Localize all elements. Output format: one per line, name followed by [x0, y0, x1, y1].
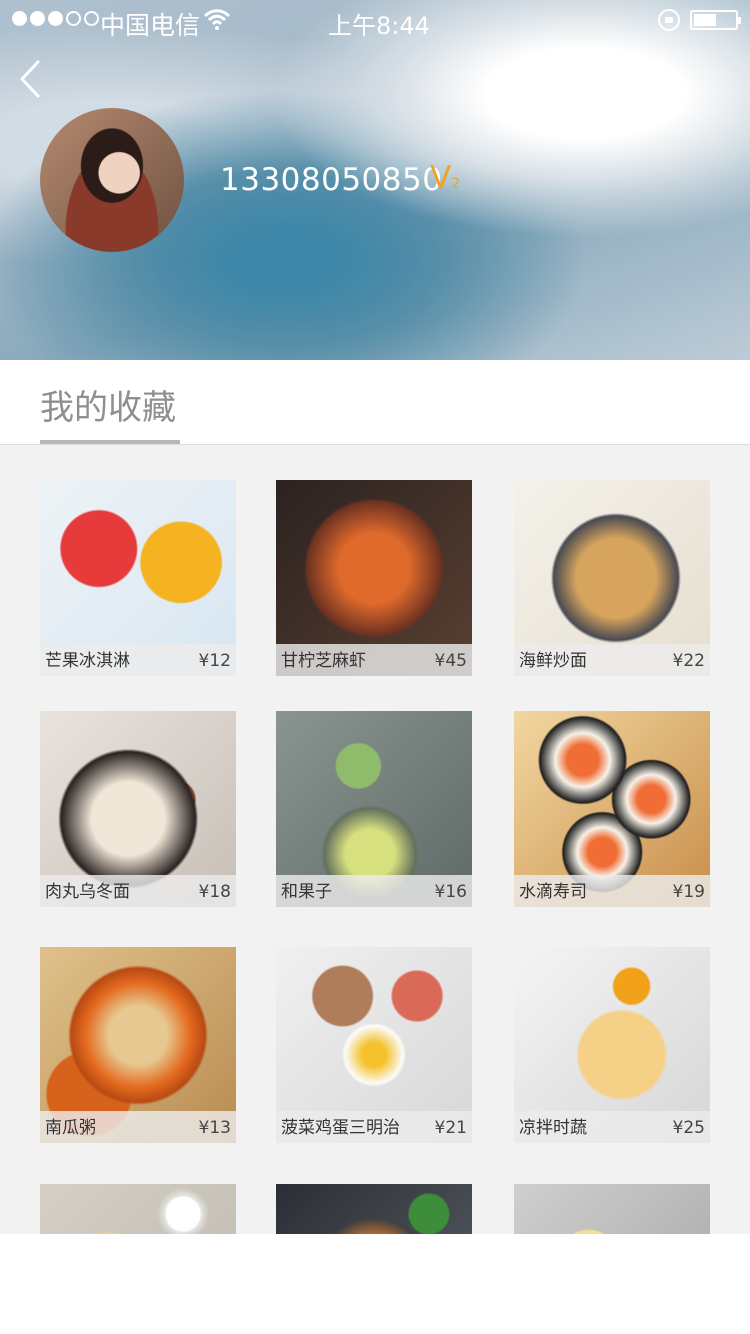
item-price: ¥18 — [198, 882, 231, 902]
favorite-card[interactable]: 肉丸乌冬面 ¥18 — [40, 711, 236, 907]
back-icon[interactable] — [14, 58, 56, 100]
signal-icon — [12, 11, 99, 26]
favorite-card[interactable]: 和果子 ¥16 — [276, 711, 472, 907]
status-time: 上午8:44 — [328, 12, 430, 40]
item-name: 甘柠芝麻虾 — [281, 651, 366, 671]
favorite-card[interactable]: 甘柠芝麻虾 ¥45 — [276, 480, 472, 676]
item-price: ¥22 — [672, 651, 705, 671]
item-price: ¥16 — [434, 882, 467, 902]
item-name: 海鲜炒面 — [519, 651, 587, 671]
status-bar: 中国电信 上午8:44 — [0, 0, 750, 40]
item-name: 菠菜鸡蛋三明治 — [281, 1118, 400, 1138]
item-price: ¥19 — [672, 882, 705, 902]
favorite-card[interactable]: 海鲜炒面 ¥22 — [514, 480, 710, 676]
item-name: 水滴寿司 — [519, 882, 587, 902]
favorite-card[interactable]: 芒果冰淇淋 ¥12 — [40, 480, 236, 676]
item-price: ¥12 — [198, 651, 231, 671]
favorites-grid: 芒果冰淇淋 ¥12 甘柠芝麻虾 ¥45 海鲜炒面 ¥22 肉丸乌冬面 ¥18 和… — [0, 445, 750, 1334]
vip-label: V — [430, 160, 452, 196]
item-price: ¥13 — [198, 1118, 231, 1138]
item-name: 凉拌时蔬 — [519, 1118, 587, 1138]
favorite-card[interactable]: 南瓜粥 ¥13 — [40, 947, 236, 1143]
battery-icon — [690, 10, 741, 30]
favorites-header: 我的收藏 — [0, 360, 750, 445]
favorite-card[interactable]: 菠菜鸡蛋三明治 ¥21 — [276, 947, 472, 1143]
item-price: ¥45 — [434, 651, 467, 671]
item-name: 南瓜粥 — [45, 1118, 96, 1138]
item-name: 芒果冰淇淋 — [45, 651, 130, 671]
carrier-name: 中国电信 — [100, 11, 201, 40]
rotation-lock-icon — [658, 9, 680, 31]
favorite-card[interactable]: 水滴寿司 ¥19 — [514, 711, 710, 907]
item-name: 肉丸乌冬面 — [45, 882, 130, 902]
item-name: 和果子 — [281, 882, 332, 902]
item-price: ¥21 — [434, 1118, 467, 1138]
bottom-panel — [0, 1234, 750, 1334]
section-underline — [40, 440, 180, 444]
user-phone: 13308050850 — [220, 162, 443, 198]
vip-badge: V2 — [430, 160, 460, 196]
favorite-card[interactable]: 凉拌时蔬 ¥25 — [514, 947, 710, 1143]
avatar[interactable] — [40, 108, 184, 252]
section-title: 我的收藏 — [40, 388, 176, 428]
wifi-icon — [202, 8, 232, 38]
vip-level: 2 — [451, 176, 461, 192]
item-price: ¥25 — [672, 1118, 705, 1138]
